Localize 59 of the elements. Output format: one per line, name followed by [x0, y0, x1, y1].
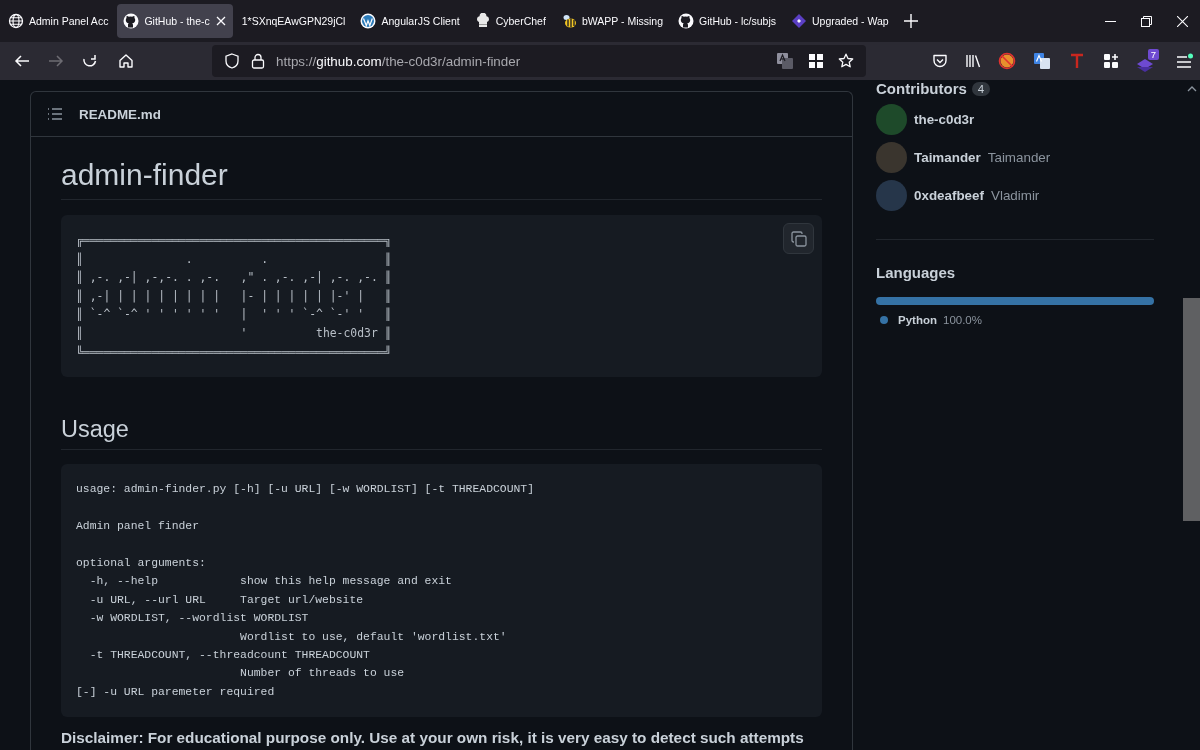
- extensions-icon[interactable]: [1103, 53, 1119, 69]
- readme-title: admin-finder: [61, 157, 822, 200]
- home-icon[interactable]: [118, 53, 134, 69]
- address-bar[interactable]: https://github.com/the-c0d3r/admin-finder: [212, 45, 866, 77]
- contributor-login[interactable]: 0xdeafbeef: [914, 188, 984, 203]
- t-letter-icon[interactable]: [1068, 52, 1086, 70]
- browser-tab[interactable]: GitHub - lc/subjs: [672, 4, 782, 38]
- globe-icon: [8, 13, 24, 29]
- file-name: README.md: [79, 106, 161, 122]
- diamond-icon: [791, 13, 807, 29]
- contributor-login[interactable]: the-c0d3r: [914, 112, 975, 127]
- browser-tab[interactable]: AngularJS Client: [354, 4, 466, 38]
- browser-tab[interactable]: bWAPP - Missing: [554, 4, 669, 38]
- language-percent: 100.0%: [943, 314, 982, 326]
- language-name[interactable]: Python: [898, 314, 937, 326]
- ascii-art-text: ╔════════════════════════════════════════════╗ ║ . . ║ ║ ,-. ,-| ,-,-. . ,-. ," . ,-. ,-| ,-. ,-. ║ ║ ,-| | | | | | | | | |- | | | | | |-' | ║ ║ `-^ `-^ ' ' ' ' ' ' | ' ' ' `-^ `-' ' ║ ║ ' the-c0d3r ║ ╚════════════════════════════════════════════╝: [76, 232, 392, 361]
- list-icon[interactable]: [47, 106, 63, 122]
- url-text: https://github.com/the-c0d3r/admin-finder: [276, 53, 522, 69]
- blocked-cookie-icon[interactable]: [998, 52, 1016, 70]
- star-icon[interactable]: [838, 53, 854, 69]
- github-icon: [123, 13, 140, 29]
- count-badge: 7: [1147, 48, 1159, 60]
- library-icon[interactable]: [965, 53, 981, 69]
- disclaimer-text: Disclaimer: For educational purpose only. Use at your own risk, it is very easy to detect such attempts: [61, 729, 805, 748]
- browser-tab[interactable]: Upgraded - Wap: [785, 4, 895, 38]
- translate-icon[interactable]: [1033, 52, 1051, 70]
- close-icon[interactable]: [214, 15, 227, 27]
- copy-button[interactable]: [783, 223, 814, 254]
- section-title: Languages: [876, 264, 957, 281]
- section-title: Contributors: [876, 80, 967, 97]
- reload-icon[interactable]: [82, 53, 98, 69]
- browser-tab[interactable]: CyberChef: [468, 4, 552, 38]
- browser-tab[interactable]: 1*SXnqEAwGPN29jCl: [235, 4, 352, 38]
- extension-button[interactable]: 7: [1136, 48, 1159, 74]
- grid-icon[interactable]: [808, 53, 824, 69]
- back-arrow-icon[interactable]: [14, 53, 30, 69]
- restore-icon[interactable]: [1140, 15, 1152, 27]
- contributor-name: Vladimir: [990, 188, 1040, 203]
- lock-icon: [250, 53, 266, 69]
- pocket-icon[interactable]: [932, 53, 948, 69]
- contributor-name: Taimander: [987, 150, 1051, 165]
- browser-tab[interactable]: GitHub - the-c: [117, 4, 233, 38]
- count-badge: 4: [971, 81, 991, 96]
- new-tab-icon[interactable]: [903, 14, 918, 28]
- usage-text: usage: admin-finder.py [-h] [-u URL] [-w WORDLIST] [-t THREADCOUNT] Admin panel finder optional arguments: -h, --help show this help message and exit -u URL, --url URL Target url/website -w WORDLIST, --wordlist WORDLIST Wordlist to use, default 'wordlist.txt' -t THREADCOUNT, --threadcount THREADCOUNT Number of threads to use [-] -u URL paremeter required: [76, 482, 535, 700]
- browser-tab[interactable]: Admin Panel Acc: [2, 4, 115, 38]
- scrollbar-thumb[interactable]: [1183, 298, 1200, 521]
- github-icon: [678, 13, 694, 29]
- contributor-login[interactable]: Taimander: [914, 150, 981, 165]
- section-heading: Usage: [61, 415, 822, 451]
- chef-hat-icon: [474, 13, 491, 29]
- copy-icon: [790, 230, 807, 247]
- shield-icon: [224, 53, 240, 69]
- scroll-up-icon[interactable]: [1186, 85, 1197, 93]
- wordpress-icon: [360, 13, 377, 29]
- menu-icon[interactable]: [1176, 52, 1193, 70]
- translate-icon[interactable]: [776, 52, 794, 70]
- close-icon[interactable]: [1176, 15, 1188, 27]
- bee-icon: [560, 13, 577, 29]
